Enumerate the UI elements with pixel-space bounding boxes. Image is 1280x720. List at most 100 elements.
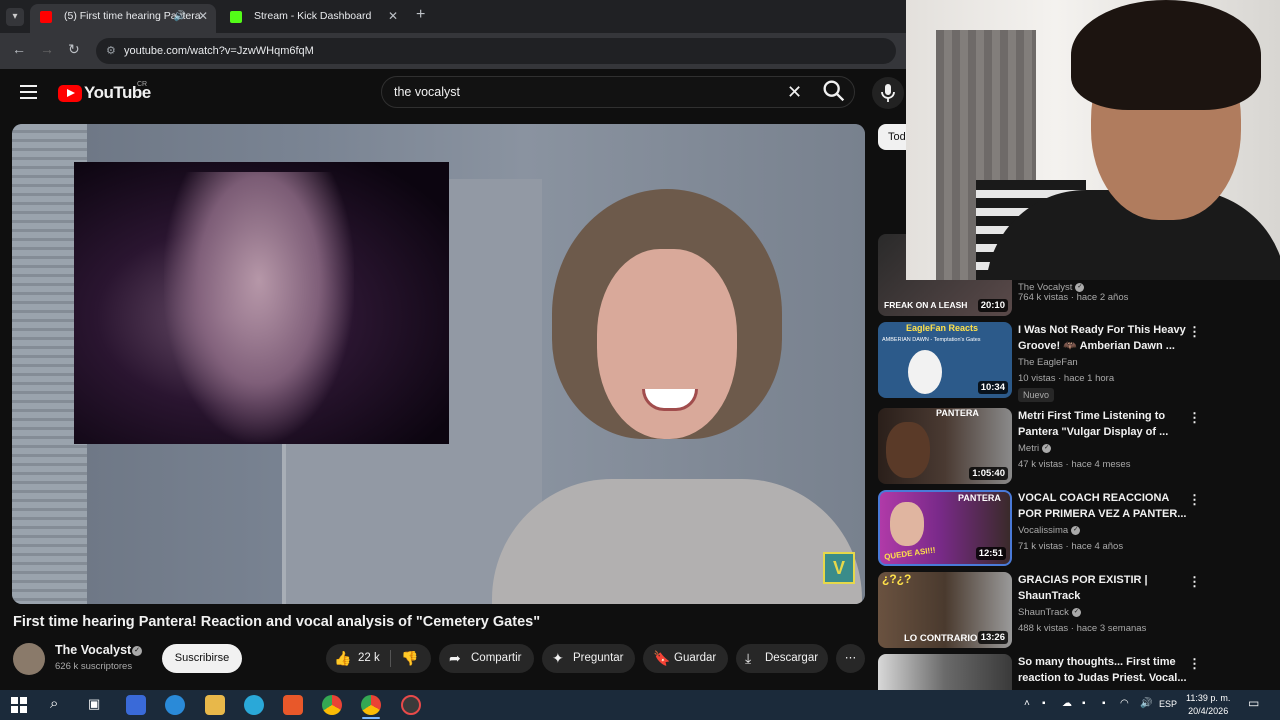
brave-icon[interactable] xyxy=(283,695,303,715)
dislike-icon[interactable]: 👎 xyxy=(401,644,418,673)
tab-search-dropdown-icon[interactable]: ▾ xyxy=(6,8,24,26)
ask-button[interactable]: ✦ Preguntar xyxy=(542,644,635,673)
channel-name[interactable]: ShaunTrack ✓ xyxy=(1018,607,1081,618)
channel-name[interactable]: Metri ✓ xyxy=(1018,443,1052,454)
channel-avatar[interactable] xyxy=(13,643,45,675)
share-icon: ➦ xyxy=(449,650,461,666)
search-icon[interactable] xyxy=(820,77,848,105)
hamburger-menu-icon[interactable] xyxy=(20,85,37,99)
thumbnail-text: LO CONTRARIO xyxy=(904,633,978,644)
clear-search-icon[interactable]: ✕ xyxy=(787,77,802,107)
more-options-icon[interactable]: ⋮ xyxy=(1188,492,1201,508)
video-thumbnail[interactable] xyxy=(878,654,1012,690)
file-explorer-icon[interactable] xyxy=(205,695,225,715)
like-count[interactable]: 22 k xyxy=(358,644,380,673)
video-title[interactable]: Metri First Time Listening to Pantera "V… xyxy=(1018,408,1190,440)
clock[interactable]: 11:39 p. m. 20/4/2026 xyxy=(1186,692,1230,718)
obs-icon[interactable] xyxy=(401,695,421,715)
browser-toolbar: ← → ↻ ⚙ youtube.com/watch?v=JzwWHqm6fqM xyxy=(0,33,906,69)
verified-icon: ✓ xyxy=(1071,607,1081,617)
chrome-icon[interactable] xyxy=(322,695,342,715)
store-icon[interactable] xyxy=(126,695,146,715)
thumbnail-brand: PANTERA xyxy=(958,493,1001,503)
video-thumbnail[interactable]: EagleFan Reacts AMBERIAN DAWN - Temptati… xyxy=(878,322,1012,398)
save-button[interactable]: 🔖 Guardar xyxy=(643,644,728,673)
close-tab-icon[interactable]: ✕ xyxy=(198,4,208,29)
forward-icon[interactable]: → xyxy=(40,41,54,57)
more-actions-icon[interactable]: ⋯ xyxy=(836,644,865,673)
url-bar[interactable]: ⚙ youtube.com/watch?v=JzwWHqm6fqM xyxy=(96,38,896,64)
channel-name-text: Metri xyxy=(1018,443,1040,454)
video-player[interactable]: V xyxy=(12,124,865,604)
kick-favicon-icon xyxy=(230,11,242,23)
video-duration: 1:05:40 xyxy=(969,467,1008,480)
chip-all[interactable]: Todos xyxy=(878,124,908,150)
channel-watermark[interactable]: V xyxy=(823,552,855,584)
back-icon[interactable]: ← xyxy=(12,41,26,57)
webcam-overlay xyxy=(906,0,1280,280)
verified-icon: ✓ xyxy=(132,646,142,656)
more-options-icon[interactable]: ⋮ xyxy=(1188,410,1201,426)
channel-name[interactable]: The EagleFan xyxy=(1018,357,1078,368)
ask-label: Preguntar xyxy=(573,652,624,664)
video-title[interactable]: So many thoughts... First time reaction … xyxy=(1018,654,1190,686)
more-options-icon[interactable]: ⋮ xyxy=(1188,324,1201,340)
video-meta: 10 vistas · hace 1 hora xyxy=(1018,373,1115,384)
reload-icon[interactable]: ↻ xyxy=(68,41,80,58)
search-box[interactable]: the vocalyst ✕ xyxy=(381,76,855,108)
channel-name[interactable]: The Vocalyst xyxy=(55,643,131,657)
notifications-icon[interactable]: ▭ xyxy=(1248,696,1259,710)
channel-name-text: ShaunTrack xyxy=(1018,607,1069,618)
region-code: CR xyxy=(137,81,148,88)
video-thumbnail[interactable]: ¿?¿? LO CONTRARIO 13:26 xyxy=(878,572,1012,648)
microphone-icon[interactable] xyxy=(872,77,904,109)
more-options-icon[interactable]: ⋮ xyxy=(1188,656,1201,672)
share-button[interactable]: ➦ Compartir xyxy=(439,644,534,673)
speaker-icon[interactable]: 🔊 xyxy=(174,4,186,29)
clock-time: 11:39 p. m. xyxy=(1186,693,1231,703)
task-view-icon[interactable]: ▣ xyxy=(88,696,100,712)
tray-app-icon[interactable]: ▪ xyxy=(1082,698,1086,709)
tray-overflow-icon[interactable]: ˄ xyxy=(1024,698,1030,709)
download-button[interactable]: ⤓ Descargar xyxy=(736,644,828,673)
browser-tab-youtube[interactable]: (5) First time hearing Pantera 🔊 ✕ xyxy=(30,4,216,33)
subscribe-button[interactable]: Suscribirse xyxy=(162,644,242,673)
thumbnail-text: PANTERA xyxy=(936,408,979,418)
wifi-icon[interactable]: ◠ xyxy=(1120,698,1129,709)
eagle-mascot xyxy=(908,350,942,394)
chrome-icon[interactable] xyxy=(361,695,381,715)
sparkle-icon: ✦ xyxy=(552,650,564,666)
browser-tab-bar: ▾ (5) First time hearing Pantera 🔊 ✕ Str… xyxy=(0,0,906,33)
video-thumbnail[interactable]: PANTERA QUEDE ASI!!! 12:51 xyxy=(878,490,1012,566)
volume-icon[interactable]: 🔊 xyxy=(1140,698,1152,709)
new-tab-icon[interactable]: + xyxy=(416,6,425,24)
clock-date: 20/4/2026 xyxy=(1188,706,1229,716)
share-label: Compartir xyxy=(471,652,522,664)
more-options-icon[interactable]: ⋮ xyxy=(1188,574,1201,590)
tab-title: Stream - Kick Dashboard xyxy=(254,10,372,22)
search-icon[interactable]: ⌕ xyxy=(50,695,58,712)
divider xyxy=(390,650,391,667)
reactor-person xyxy=(492,189,862,604)
channel-name[interactable]: Vocalissima ✓ xyxy=(1018,525,1081,536)
edge-icon[interactable] xyxy=(244,695,264,715)
video-thumbnail[interactable]: PANTERA 1:05:40 xyxy=(878,408,1012,484)
video-title[interactable]: I Was Not Ready For This Heavy Groove! 🦇… xyxy=(1018,322,1190,354)
site-info-icon[interactable]: ⚙ xyxy=(106,38,116,64)
tray-app-icon[interactable]: ▪ xyxy=(1042,698,1046,709)
youtube-logo[interactable]: YouTube CR xyxy=(58,81,151,103)
app-icon[interactable] xyxy=(165,695,185,715)
tray-cloud-icon[interactable]: ☁ xyxy=(1062,698,1072,709)
like-icon[interactable]: 👍 xyxy=(334,644,351,673)
language-indicator[interactable]: ESP xyxy=(1159,699,1177,709)
browser-tab-kick[interactable]: Stream - Kick Dashboard ✕ xyxy=(220,4,406,33)
thumbnail-text: EagleFan Reacts xyxy=(906,323,979,333)
streamer-hair xyxy=(1071,0,1261,110)
video-title[interactable]: VOCAL COACH REACCIONA POR PRIMERA VEZ A … xyxy=(1018,490,1190,522)
channel-name-text: Vocalissima xyxy=(1018,525,1069,536)
video-title[interactable]: GRACIAS POR EXISTIR | ShaunTrack xyxy=(1018,572,1190,604)
close-tab-icon[interactable]: ✕ xyxy=(388,4,398,29)
windows-start-icon[interactable] xyxy=(11,697,27,713)
tray-app-icon[interactable]: ▪ xyxy=(1102,698,1106,709)
search-input[interactable]: the vocalyst xyxy=(394,77,460,107)
